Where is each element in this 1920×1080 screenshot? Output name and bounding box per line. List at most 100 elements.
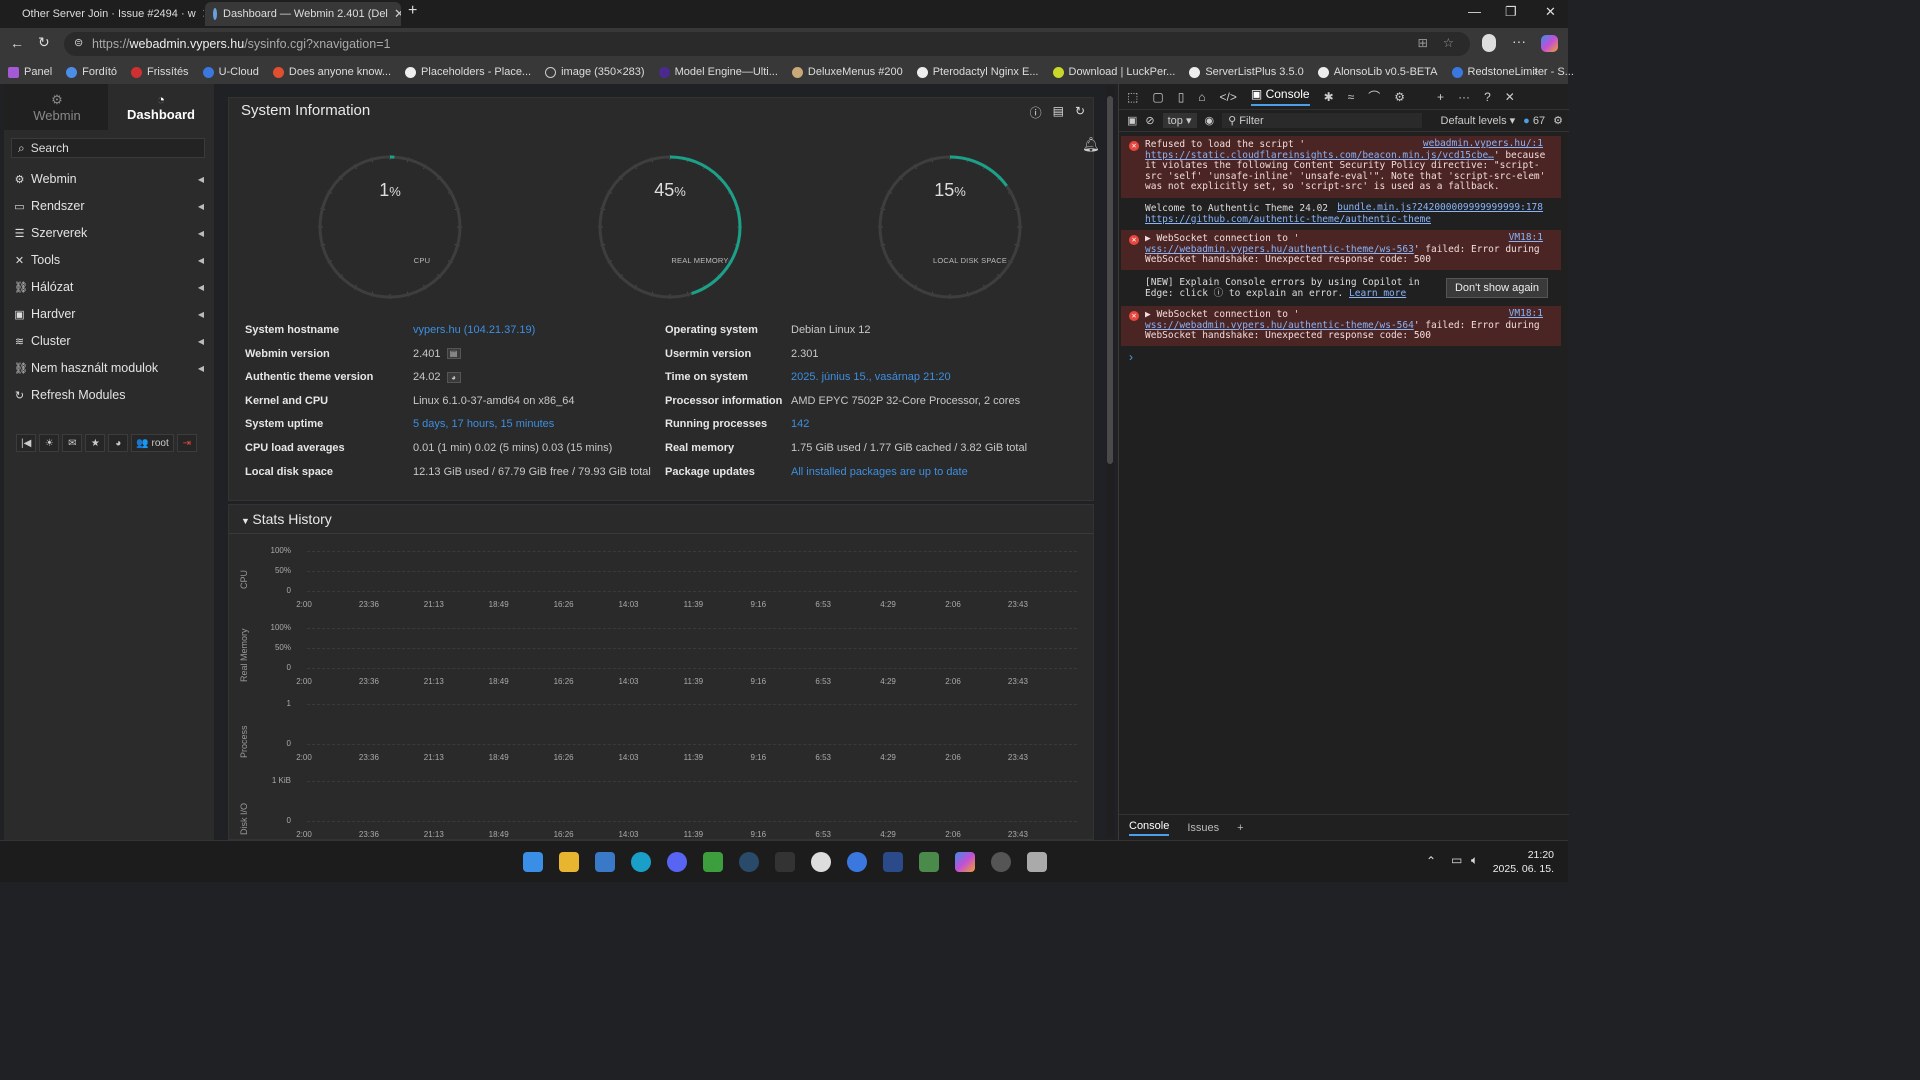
gear-icon[interactable]: ⚙ xyxy=(1394,90,1405,104)
dont-show-again-button[interactable]: Don't show again xyxy=(1445,278,1548,298)
tab-console[interactable]: ▣ Console xyxy=(1250,87,1310,106)
source-link[interactable]: VM18:1 xyxy=(1509,232,1543,244)
chevron-up-icon[interactable]: ⌃ xyxy=(1426,854,1436,868)
clear-console-icon[interactable]: ⊘ xyxy=(1145,114,1154,127)
reload-icon[interactable]: ↻ xyxy=(38,34,50,51)
sidebar-item-hardver[interactable]: ▣ Hardver ◀ xyxy=(14,304,204,324)
bell-icon[interactable]: 🔔︎ xyxy=(1082,136,1100,153)
info-value[interactable]: 2025. június 15., vasárnap 21:20 xyxy=(791,371,951,383)
more-menu-icon[interactable]: ··· xyxy=(1512,33,1526,49)
volume-icon[interactable]: 🔈︎ xyxy=(1471,853,1478,868)
tab-dashboard[interactable]: Dashboard — Webmin 2.401 (Del ✕ xyxy=(205,2,401,26)
source-link[interactable]: bundle.min.js?242000009999999999:178 xyxy=(1337,202,1543,214)
copilot-icon[interactable] xyxy=(955,852,975,872)
chevron-right-icon[interactable]: › xyxy=(1534,64,1538,78)
user-button[interactable]: 👥 root xyxy=(131,434,174,452)
bug-icon[interactable]: ✱ xyxy=(1324,90,1334,104)
app-icon[interactable] xyxy=(919,852,939,872)
close-tab-icon[interactable]: ✕ xyxy=(394,6,401,22)
msg-link[interactable]: https://github.com/authentic-theme/authe… xyxy=(1145,214,1431,225)
msg-link[interactable]: wss://webadmin.vypers.hu/authentic-theme… xyxy=(1145,320,1414,331)
bookmark[interactable]: Model Engine—Ulti... xyxy=(658,66,778,78)
bookmark[interactable]: image (350×283) xyxy=(545,66,645,78)
filter-input[interactable]: ⚲ Filter xyxy=(1222,113,1423,128)
stats-title[interactable]: ▼ Stats History xyxy=(241,511,332,527)
info-value[interactable]: 142 xyxy=(791,418,809,430)
info-value[interactable]: vypers.hu (104.21.37.19) xyxy=(413,324,535,336)
wifi-icon[interactable]: ≈ xyxy=(1348,90,1355,104)
restore-icon[interactable]: ❐ xyxy=(1505,4,1517,20)
sidebar-item-rendszer[interactable]: ▭ Rendszer ◀ xyxy=(14,196,204,216)
app-icon[interactable] xyxy=(991,852,1011,872)
msg-link[interactable]: https://static.cloudflareinsights.com/be… xyxy=(1145,150,1494,161)
drawer-tab-console[interactable]: Console xyxy=(1129,820,1170,836)
windows-start-icon[interactable] xyxy=(523,852,543,872)
bookmark[interactable]: Placeholders - Place... xyxy=(405,66,531,78)
main-scrollbar[interactable] xyxy=(1106,86,1114,838)
bookmark[interactable]: RedstoneLimiter - S... xyxy=(1451,66,1574,78)
sidebar-item-tools[interactable]: ✕ Tools ◀ xyxy=(14,250,204,270)
tab-github-issue[interactable]: Other Server Join · Issue #2494 · w ✕ xyxy=(8,2,204,26)
device-icon[interactable]: ▢ xyxy=(1152,90,1163,104)
close-icon[interactable]: ✕ xyxy=(1505,90,1515,104)
issue-count[interactable]: ● 67 xyxy=(1523,115,1545,127)
sidebar-item-webmin[interactable]: ⚙ Webmin ◀ xyxy=(14,169,204,189)
close-window-icon[interactable]: ✕ xyxy=(1545,4,1556,20)
bookmark[interactable]: Download | LuckPer... xyxy=(1052,66,1175,78)
mail-icon[interactable]: ✉ xyxy=(62,434,83,452)
app-icon[interactable] xyxy=(1027,852,1047,872)
console-prompt-icon[interactable]: › xyxy=(1129,350,1133,364)
inspect-icon[interactable]: ⬚ xyxy=(1127,90,1138,104)
bookmark[interactable]: Panel xyxy=(8,66,52,78)
info-value[interactable]: 5 days, 17 hours, 15 minutes xyxy=(413,418,554,430)
sidebar-item-szerverek[interactable]: ☰ Szerverek ◀ xyxy=(14,223,204,243)
edge-icon[interactable] xyxy=(631,852,651,872)
help-icon[interactable]: ⓘ xyxy=(1030,104,1042,121)
steam-icon[interactable] xyxy=(739,852,759,872)
home-icon[interactable]: ⌂ xyxy=(1198,90,1205,104)
bookmark[interactable]: ServerListPlus 3.5.0 xyxy=(1189,66,1304,78)
more-icon[interactable]: ··· xyxy=(1458,90,1470,104)
add-tab-icon[interactable]: + xyxy=(1237,822,1243,834)
epic-games-icon[interactable] xyxy=(775,852,795,872)
eye-icon[interactable]: ◉ xyxy=(1205,114,1215,127)
bookmark[interactable]: AlonsoLib v0.5-BETA xyxy=(1317,66,1438,78)
clock[interactable]: 21:20 2025. 06. 15. xyxy=(1493,848,1554,876)
settings-icon[interactable]: ⚙ xyxy=(1553,114,1563,127)
elements-icon[interactable]: </> xyxy=(1220,90,1237,104)
sidebar-icon[interactable]: ▣ xyxy=(1127,114,1137,127)
source-link[interactable]: webadmin.vypers.hu/:1 xyxy=(1423,138,1543,150)
back-icon[interactable]: ← xyxy=(10,35,24,51)
bookmark[interactable]: Pterodactyl Nginx E... xyxy=(916,66,1039,78)
url-field[interactable]: ⊜ https://webadmin.vypers.hu/sysinfo.cgi… xyxy=(64,32,1470,56)
info-value[interactable]: All installed packages are up to date xyxy=(791,466,968,478)
minimize-icon[interactable]: — xyxy=(1468,4,1481,19)
tab-dashboard-side[interactable]: ◔ Dashboard xyxy=(108,84,214,130)
apps-icon[interactable]: ⊞ xyxy=(1418,35,1428,50)
help-icon[interactable]: ? xyxy=(1484,90,1491,104)
sidebar-item-cluster[interactable]: ≋ Cluster ◀ xyxy=(14,331,204,351)
app-icon[interactable] xyxy=(883,852,903,872)
performance-icon[interactable]: ⌒ xyxy=(1368,88,1380,105)
bookmark[interactable]: Does anyone know... xyxy=(272,66,391,78)
app-icon[interactable] xyxy=(811,852,831,872)
reload-icon[interactable]: ↻ xyxy=(1075,104,1085,121)
app-icon[interactable] xyxy=(847,852,867,872)
brightness-icon[interactable]: ☀ xyxy=(39,434,60,452)
new-tab-button[interactable]: + xyxy=(408,2,417,20)
search-input[interactable]: ⌕ Search xyxy=(11,138,205,158)
collapse-icon[interactable]: |◀ xyxy=(16,434,37,452)
file-explorer-icon[interactable] xyxy=(559,852,579,872)
copilot-icon[interactable] xyxy=(1541,35,1558,52)
drawer-tab-issues[interactable]: Issues xyxy=(1187,822,1219,834)
changelog-icon[interactable]: ▤ xyxy=(446,348,461,360)
network-tray-icon[interactable]: ▭ xyxy=(1451,853,1462,867)
source-link[interactable]: VM18:1 xyxy=(1509,308,1543,320)
palette-icon[interactable]: ◕ xyxy=(108,434,129,452)
extension-icon[interactable] xyxy=(1482,34,1496,52)
bookmark[interactable]: U-Cloud xyxy=(202,66,259,78)
close-tab-icon[interactable]: ✕ xyxy=(202,6,204,22)
logout-icon[interactable]: ⇥ xyxy=(176,434,197,452)
scrollbar-thumb[interactable] xyxy=(1107,96,1113,464)
sidebar-item-halozat[interactable]: ⛓ Hálózat ◀ xyxy=(14,277,204,297)
